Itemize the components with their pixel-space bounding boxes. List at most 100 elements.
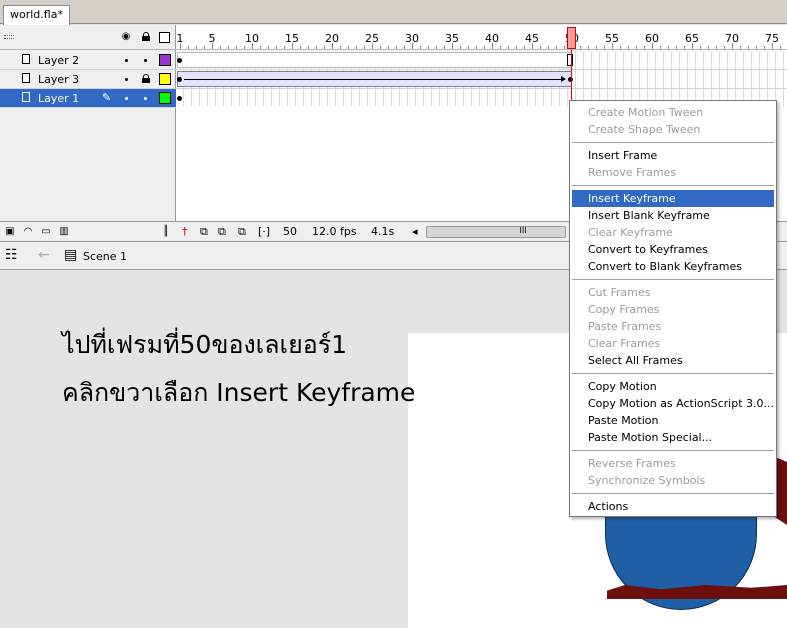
edit-multiple-frames-icon[interactable]: ⧉ (238, 225, 246, 239)
splitter-icon[interactable]: ║ (160, 226, 172, 238)
menu-item-cut-frames: Cut Frames (588, 286, 651, 299)
ruler-tick (644, 46, 645, 49)
scene-name[interactable]: Scene 1 (83, 250, 127, 263)
menu-item-convert-to-blank-keyframes[interactable]: Convert to Blank Keyframes (572, 258, 774, 275)
drag-handle-icon[interactable] (4, 35, 14, 39)
scroll-thumb[interactable]: III (517, 226, 529, 238)
ruler-tick (636, 46, 637, 49)
ruler-tick (244, 46, 245, 49)
new-folder-icon[interactable]: ▭ (40, 226, 52, 238)
layer-outline-swatch[interactable] (159, 54, 171, 66)
ruler-tick (684, 46, 685, 49)
layer-outline-swatch[interactable] (159, 73, 171, 85)
ruler-tick (612, 43, 613, 49)
frame-ruler[interactable]: 151015202530354045505560657075 (176, 25, 787, 50)
document-tab[interactable]: world.fla* (3, 5, 70, 25)
ruler-tick (492, 43, 493, 49)
frame-rate-readout: 12.0 fps (312, 225, 357, 238)
layer-outline-swatch[interactable] (159, 92, 171, 104)
keyframe-marker[interactable] (177, 77, 182, 82)
delete-layer-icon[interactable]: ▥ (58, 226, 70, 238)
elapsed-time-readout: 4.1s (371, 225, 395, 238)
visibility-dot[interactable] (125, 78, 128, 81)
layer-name: Layer 3 (38, 73, 80, 86)
ruler-tick (380, 46, 381, 49)
visibility-dot[interactable] (125, 97, 128, 100)
layer-list: ◉ Layer 2 Layer 3 Layer 1 ✎ ▣ ◠ ▭ ▥ ║ (0, 25, 176, 241)
scroll-left-icon[interactable]: ◂ (412, 225, 418, 239)
menu-item-copy-motion[interactable]: Copy Motion (572, 378, 774, 395)
ruler-tick (356, 46, 357, 49)
context-menu: Create Motion Tween Create Shape Tween Ins… (569, 100, 777, 517)
lock-icon[interactable] (142, 74, 150, 83)
ruler-tick (700, 46, 701, 49)
ruler-tick (604, 46, 605, 49)
menu-item-insert-keyframe[interactable]: Insert Keyframe (572, 190, 774, 207)
menu-item-copy-motion-as-actionscript-3-0[interactable]: Copy Motion as ActionScript 3.0... (572, 395, 774, 412)
ruler-tick (292, 43, 293, 49)
ruler-tick (532, 43, 533, 49)
lock-all-icon[interactable] (142, 32, 150, 41)
timeline-scrollbar[interactable]: III (426, 226, 566, 238)
keyframe-marker[interactable] (177, 58, 182, 63)
current-frame-readout: 50 (283, 225, 297, 238)
ruler-tick (276, 46, 277, 49)
ruler-tick (764, 46, 765, 49)
timeline-toggle-icon[interactable]: ☷ (5, 247, 18, 263)
lock-dot[interactable] (144, 97, 147, 100)
menu-item-insert-blank-keyframe[interactable]: Insert Blank Keyframe (572, 207, 774, 224)
end-frame-marker[interactable] (567, 54, 573, 66)
lock-dot[interactable] (144, 59, 147, 62)
outline-all-icon[interactable] (159, 32, 170, 43)
ruler-tick (436, 46, 437, 49)
visibility-dot[interactable] (125, 59, 128, 62)
menu-item-synchronize-symbols: Synchronize Symbols (588, 474, 706, 487)
menu-item-convert-to-keyframes[interactable]: Convert to Keyframes (572, 241, 774, 258)
menu-item-create-shape-tween: Create Shape Tween (588, 123, 701, 136)
ruler-tick (580, 46, 581, 49)
ruler-tick (732, 43, 733, 49)
ruler-tick (748, 46, 749, 49)
document-tab-bar: world.fla* (0, 0, 787, 25)
layer-row-layer-2[interactable]: Layer 2 (0, 51, 176, 70)
ruler-tick (652, 43, 653, 49)
onion-skin-outlines-icon[interactable]: ⧉ (218, 225, 226, 239)
ruler-tick (420, 46, 421, 49)
playhead[interactable] (567, 27, 576, 49)
ruler-tick (412, 43, 413, 49)
menu-item-clear-keyframe: Clear Keyframe (588, 226, 673, 239)
menu-item-clear-frames: Clear Frames (588, 337, 661, 350)
ruler-tick (236, 46, 237, 49)
frame-row-layer-2[interactable] (176, 51, 787, 70)
ruler-tick (780, 46, 781, 49)
eye-icon[interactable]: ◉ (120, 31, 132, 43)
add-guide-layer-icon[interactable]: ◠ (22, 226, 34, 238)
menu-separator (572, 373, 774, 374)
menu-item-select-all-frames[interactable]: Select All Frames (572, 352, 774, 369)
ruler-tick (452, 43, 453, 49)
ruler-tick (228, 46, 229, 49)
frame-row-layer-3[interactable] (176, 70, 787, 89)
layer-page-icon (20, 92, 32, 103)
ruler-tick (372, 43, 373, 49)
menu-item-paste-motion[interactable]: Paste Motion (572, 412, 774, 429)
ruler-tick (556, 46, 557, 49)
new-layer-icon[interactable]: ▣ (4, 226, 16, 238)
pencil-icon: ✎ (102, 91, 112, 104)
center-frame-icon[interactable]: † (182, 225, 188, 239)
menu-item-actions[interactable]: Actions (572, 498, 774, 515)
back-arrow-icon[interactable]: ← (38, 247, 50, 263)
ruler-tick (332, 43, 333, 49)
layer-row-layer-3[interactable]: Layer 3 (0, 70, 176, 89)
ruler-tick (756, 46, 757, 49)
ruler-tick (324, 46, 325, 49)
ruler-tick (260, 46, 261, 49)
menu-item-insert-frame[interactable]: Insert Frame (572, 147, 774, 164)
menu-item-paste-motion-special[interactable]: Paste Motion Special... (572, 429, 774, 446)
onion-skin-icon[interactable]: ⧉ (200, 225, 208, 239)
ruler-tick (708, 46, 709, 49)
modify-onion-markers-icon[interactable]: [·] (258, 225, 270, 239)
layer-row-layer-1[interactable]: Layer 1 ✎ (0, 89, 176, 108)
keyframe-marker[interactable] (177, 96, 182, 101)
ruler-tick (676, 46, 677, 49)
